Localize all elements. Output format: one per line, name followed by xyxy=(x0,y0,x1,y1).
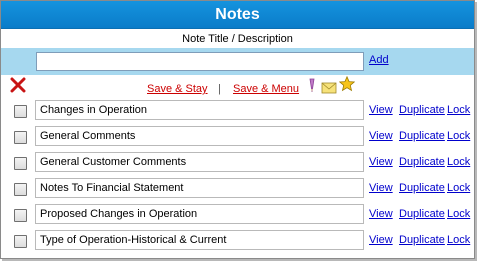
envelope-icon[interactable] xyxy=(321,80,337,96)
row-checkbox[interactable] xyxy=(14,105,27,118)
view-link[interactable]: View xyxy=(369,104,393,116)
view-link[interactable]: View xyxy=(369,234,393,246)
row-checkbox[interactable] xyxy=(14,183,27,196)
duplicate-link[interactable]: Duplicate xyxy=(399,130,445,142)
note-row: Changes in Operation View Duplicate Lock xyxy=(1,98,474,124)
star-icon[interactable] xyxy=(339,76,355,92)
duplicate-link[interactable]: Duplicate xyxy=(399,208,445,220)
save-stay-link[interactable]: Save & Stay xyxy=(147,83,208,95)
view-link[interactable]: View xyxy=(369,130,393,142)
view-link[interactable]: View xyxy=(369,208,393,220)
column-header: Note Title / Description xyxy=(182,33,293,45)
note-row: General Customer Comments View Duplicate… xyxy=(1,150,474,176)
row-checkbox[interactable] xyxy=(14,209,27,222)
duplicate-link[interactable]: Duplicate xyxy=(399,104,445,116)
notes-panel: Notes Note Title / Description Add Save … xyxy=(0,0,475,259)
delete-x-icon[interactable] xyxy=(10,77,26,93)
lock-link[interactable]: Lock xyxy=(447,130,470,142)
note-title-field[interactable]: Type of Operation-Historical & Current xyxy=(35,230,364,250)
save-menu-link[interactable]: Save & Menu xyxy=(233,83,299,95)
duplicate-link[interactable]: Duplicate xyxy=(399,234,445,246)
note-title-field[interactable]: Proposed Changes in Operation xyxy=(35,204,364,224)
pencil-icon[interactable] xyxy=(303,78,319,94)
lock-link[interactable]: Lock xyxy=(447,104,470,116)
lock-link[interactable]: Lock xyxy=(447,208,470,220)
lock-link[interactable]: Lock xyxy=(447,156,470,168)
row-checkbox[interactable] xyxy=(14,131,27,144)
note-row: Proposed Changes in Operation View Dupli… xyxy=(1,202,474,228)
note-row: General Comments View Duplicate Lock xyxy=(1,124,474,150)
toolbar-separator: | xyxy=(218,83,221,95)
view-link[interactable]: View xyxy=(369,182,393,194)
note-title-field[interactable]: General Comments xyxy=(35,126,364,146)
lock-link[interactable]: Lock xyxy=(447,182,470,194)
duplicate-link[interactable]: Duplicate xyxy=(399,182,445,194)
row-checkbox[interactable] xyxy=(14,157,27,170)
view-link[interactable]: View xyxy=(369,156,393,168)
note-title-field[interactable]: Changes in Operation xyxy=(35,100,364,120)
lock-link[interactable]: Lock xyxy=(447,234,470,246)
row-checkbox[interactable] xyxy=(14,235,27,248)
new-note-title-input[interactable] xyxy=(36,52,364,71)
note-row: Notes To Financial Statement View Duplic… xyxy=(1,176,474,202)
note-title-field[interactable]: General Customer Comments xyxy=(35,152,364,172)
toolbar: Save & Stay | Save & Menu xyxy=(1,75,474,99)
panel-title: Notes xyxy=(1,1,474,29)
add-note-bar: Add xyxy=(1,48,474,75)
note-title-field[interactable]: Notes To Financial Statement xyxy=(35,178,364,198)
note-row: Type of Operation-Historical & Current V… xyxy=(1,228,474,254)
add-link[interactable]: Add xyxy=(369,54,389,66)
duplicate-link[interactable]: Duplicate xyxy=(399,156,445,168)
